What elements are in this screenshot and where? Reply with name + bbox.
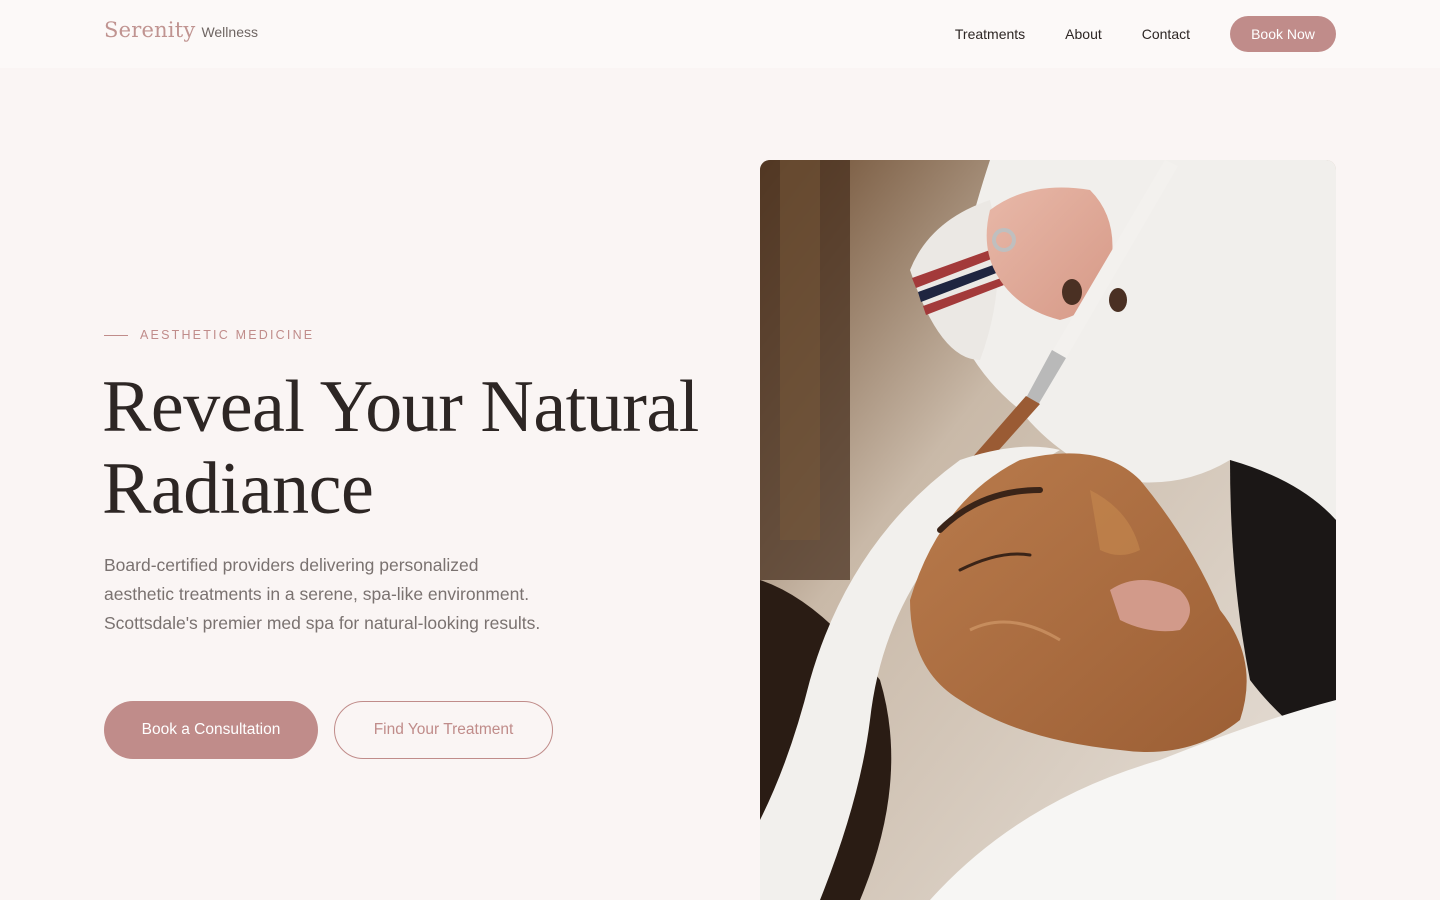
nav-link-treatments[interactable]: Treatments (955, 26, 1025, 42)
facial-treatment-illustration (760, 160, 1336, 900)
eyebrow-divider (104, 334, 128, 336)
hero-image-facial-treatment (760, 160, 1336, 900)
main-nav: Treatments About Contact Book Now (955, 16, 1336, 52)
eyebrow-label: AESTHETIC MEDICINE (140, 328, 315, 342)
headline-line-2: Radiance (102, 448, 374, 530)
book-now-button[interactable]: Book Now (1230, 16, 1336, 52)
logo-wordmark: Serenity (104, 18, 196, 42)
hero-description: Board-certified providers delivering per… (104, 555, 541, 633)
logo[interactable]: Serenity Wellness (104, 18, 258, 42)
site-header: Serenity Wellness Treatments About Conta… (0, 0, 1440, 68)
book-consultation-button[interactable]: Book a Consultation (104, 701, 318, 759)
nav-link-contact[interactable]: Contact (1142, 26, 1190, 42)
find-treatment-button[interactable]: Find Your Treatment (334, 701, 553, 759)
logo-tagline: Wellness (201, 24, 258, 40)
nav-link-about[interactable]: About (1065, 26, 1102, 42)
headline-line-1: Reveal Your Natural (102, 366, 699, 448)
hero-eyebrow: AESTHETIC MEDICINE (104, 328, 314, 342)
hero-headline: Reveal Your Natural Radiance (102, 366, 722, 530)
